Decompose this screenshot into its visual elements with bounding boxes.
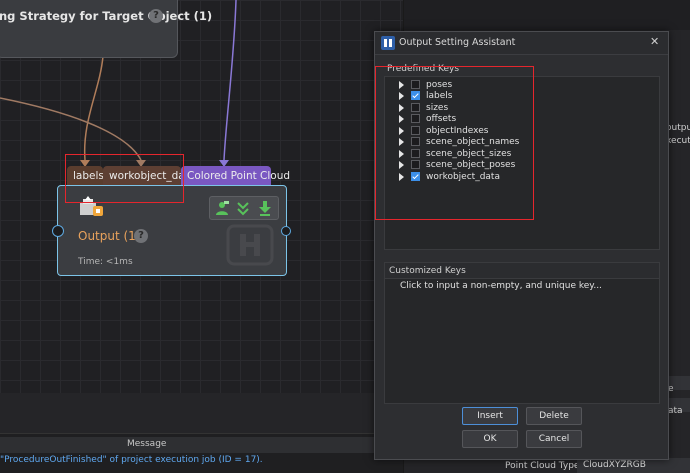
- custom-key-input[interactable]: Click to input a non-empty, and unique k…: [387, 280, 657, 294]
- output-port[interactable]: [281, 226, 291, 236]
- close-icon[interactable]: ✕: [650, 35, 659, 48]
- point-cloud-type-field[interactable]: CloudXYZRGB: [577, 458, 690, 473]
- right-text-data: ata: [668, 406, 683, 416]
- download-icon[interactable]: [258, 200, 272, 216]
- message-text: "ProcedureOutFinished" of project execut…: [0, 455, 263, 465]
- visibility-icon[interactable]: [214, 200, 230, 216]
- input-port[interactable]: [52, 225, 64, 237]
- delete-button[interactable]: Delete: [526, 407, 582, 425]
- app-logo-icon: [381, 36, 395, 50]
- cancel-button[interactable]: Cancel: [526, 430, 582, 448]
- message-header-bar: Message: [0, 437, 403, 453]
- point-cloud-type-value: CloudXYZRGB: [583, 460, 646, 470]
- dialog-titlebar: Output Setting Assistant ✕: [375, 32, 668, 55]
- output-help-icon[interactable]: ?: [134, 229, 148, 243]
- strategy-node-title: ng Strategy for Target Object (1): [0, 9, 213, 23]
- dialog-title: Output Setting Assistant: [399, 37, 516, 48]
- wire-pointcloud: [223, 0, 237, 161]
- message-header: Message: [127, 439, 167, 449]
- right-text-execution: xecution: [666, 136, 690, 146]
- message-panel: Message "ProcedureOutFinished" of projec…: [0, 393, 403, 473]
- output-node-title: Output (1): [78, 229, 141, 243]
- highlight-box-tabs: [65, 154, 184, 203]
- strategy-node[interactable]: ng Strategy for Target Object (1) ?: [0, 0, 212, 58]
- output-node-time: Time: <1ms: [78, 257, 133, 267]
- message-toolbar: [0, 393, 403, 434]
- highlight-box-keys: [375, 66, 534, 220]
- chevron-down-icon[interactable]: [236, 200, 250, 216]
- wire-labels: [83, 55, 104, 161]
- wire-workobject: [0, 97, 142, 161]
- customized-keys-panel: Customized Keys Click to input a non-emp…: [384, 262, 660, 404]
- right-panel-header: [404, 0, 690, 30]
- node-watermark-icon: [226, 224, 274, 266]
- right-field-data[interactable]: ata: [668, 398, 690, 416]
- point-cloud-type-label: Point Cloud Type: [505, 461, 580, 471]
- customized-keys-label: Customized Keys: [389, 266, 466, 276]
- right-text-output: output: [666, 123, 690, 133]
- strategy-help-icon[interactable]: ?: [149, 9, 163, 23]
- ok-button[interactable]: OK: [462, 430, 518, 448]
- right-field-editor[interactable]: e edito: [668, 376, 690, 414]
- customized-keys-header: Customized Keys: [385, 263, 659, 279]
- custom-key-placeholder: Click to input a non-empty, and unique k…: [400, 281, 602, 291]
- insert-button[interactable]: Insert: [462, 407, 518, 425]
- node-actions: [209, 196, 279, 220]
- port-tab-colored-point-cloud[interactable]: Colored Point Cloud: [181, 166, 290, 186]
